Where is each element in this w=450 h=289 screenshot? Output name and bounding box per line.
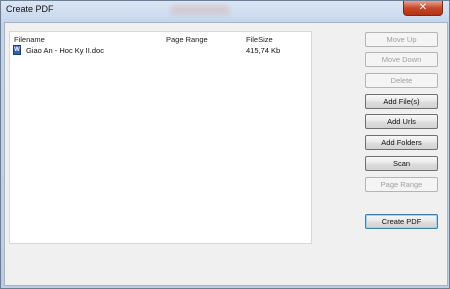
- page-range-button[interactable]: Page Range: [365, 177, 438, 192]
- column-header-filesize[interactable]: FileSize: [246, 35, 273, 44]
- delete-button[interactable]: Delete: [365, 73, 438, 88]
- move-up-button[interactable]: Move Up: [365, 32, 438, 47]
- add-folders-button[interactable]: Add Folders: [365, 135, 438, 150]
- word-document-icon: W: [13, 45, 21, 55]
- file-list[interactable]: Filename Page Range FileSize W Giao An -…: [9, 31, 312, 244]
- column-header-filename[interactable]: Filename: [14, 35, 45, 44]
- column-header-page-range[interactable]: Page Range: [166, 35, 208, 44]
- create-pdf-button[interactable]: Create PDF: [365, 214, 438, 229]
- scan-button[interactable]: Scan: [365, 156, 438, 171]
- file-name-cell: Giao An - Hoc Ky II.doc: [26, 46, 104, 55]
- table-row[interactable]: W Giao An - Hoc Ky II.doc 415,74 Kb: [10, 45, 311, 57]
- create-pdf-window: Create PDF ✕ Filename Page Range FileSiz…: [0, 0, 450, 289]
- add-urls-button[interactable]: Add Urls: [365, 114, 438, 129]
- title-bar-background-blur: [171, 5, 229, 15]
- close-icon: ✕: [418, 2, 428, 13]
- close-button[interactable]: ✕: [403, 1, 443, 16]
- window-title: Create PDF: [6, 4, 54, 14]
- move-down-button[interactable]: Move Down: [365, 52, 438, 67]
- title-bar[interactable]: Create PDF ✕: [1, 1, 449, 21]
- add-files-button[interactable]: Add File(s): [365, 94, 438, 109]
- file-size-cell: 415,74 Kb: [246, 46, 281, 55]
